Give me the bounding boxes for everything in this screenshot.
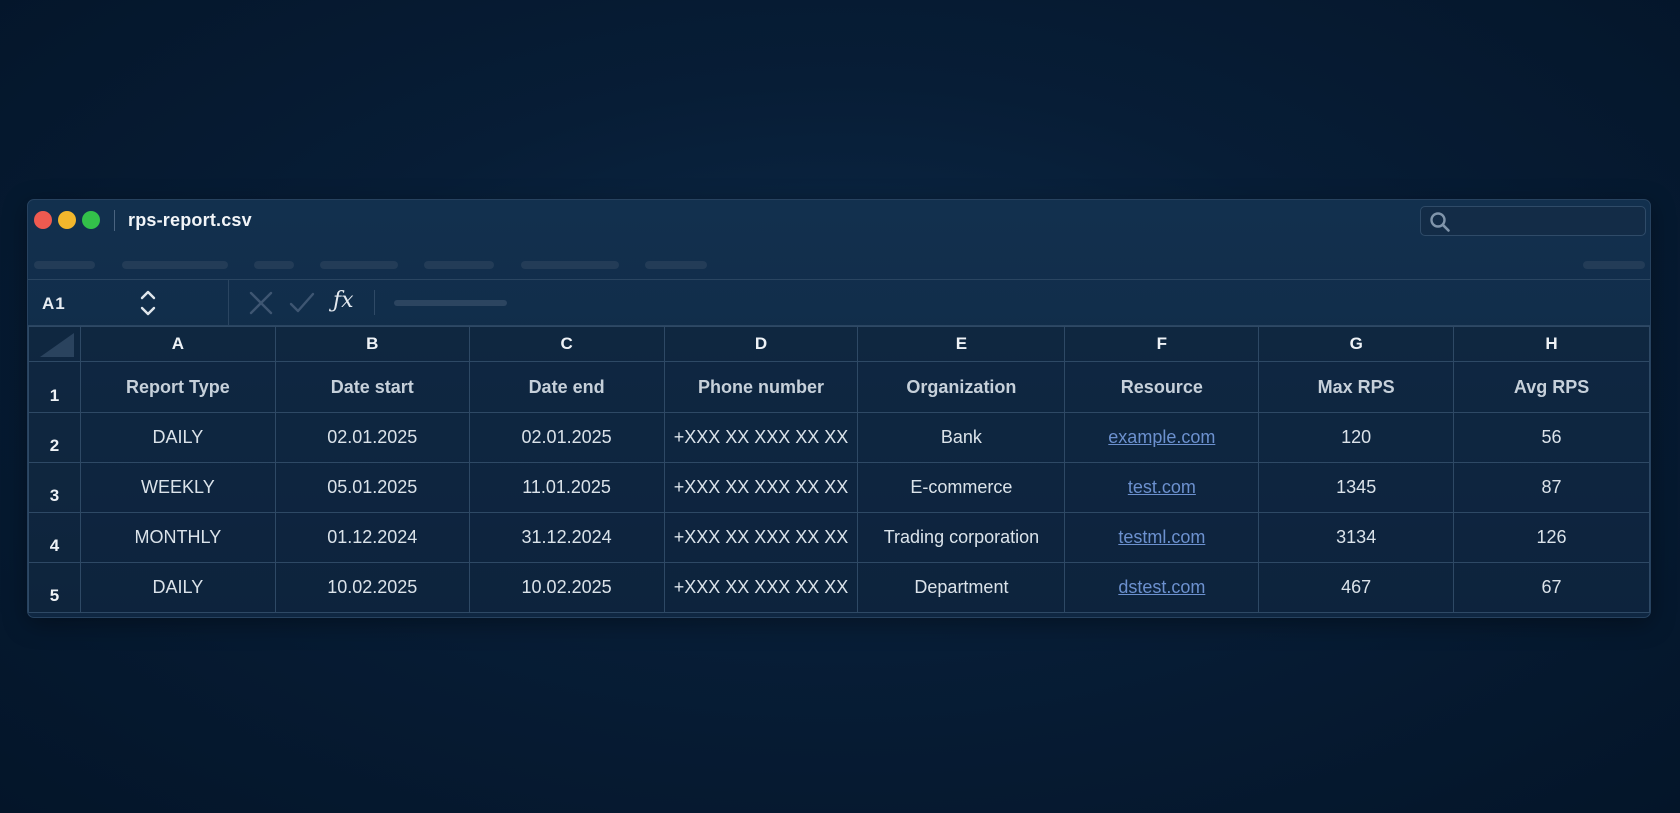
cell[interactable]: 3134 [1258,512,1455,563]
cell[interactable]: Department [857,562,1066,613]
cell[interactable]: E-commerce [857,462,1066,513]
cell[interactable]: +XXX XX XXX XX XX [663,462,859,513]
column-header[interactable]: A [79,326,276,362]
resource-link[interactable]: test.com [1128,477,1196,497]
cell[interactable]: MONTHLY [79,512,276,563]
table-row: 2 DAILY 02.01.2025 02.01.2025 +XXX XX XX… [28,412,1650,463]
cell[interactable]: testml.com [1064,512,1260,563]
cell[interactable]: test.com [1064,462,1260,513]
cell[interactable]: 02.01.2025 [468,412,665,463]
resource-link[interactable]: testml.com [1118,527,1205,547]
menu-item-placeholder[interactable] [521,261,619,269]
cell[interactable]: 67 [1453,562,1650,613]
cell[interactable]: Trading corporation [857,512,1066,563]
cell[interactable]: example.com [1064,412,1260,463]
cell[interactable]: 126 [1453,512,1650,563]
function-icon[interactable]: ƒx [333,288,354,313]
formula-input[interactable] [394,300,507,306]
row-number[interactable]: 5 [28,562,81,613]
menu-item-placeholder[interactable] [122,261,228,269]
cell[interactable]: Report Type [79,361,276,413]
row-number[interactable]: 4 [28,512,81,563]
maximize-window-button[interactable] [82,211,100,229]
cell[interactable]: Avg RPS [1453,361,1650,413]
row-number[interactable]: 2 [28,412,81,463]
title-divider [114,210,115,231]
cell[interactable]: 467 [1258,562,1455,613]
column-header[interactable]: B [274,326,470,362]
cell[interactable]: 120 [1258,412,1455,463]
cell[interactable]: 10.02.2025 [274,562,470,613]
cell[interactable]: dstest.com [1064,562,1260,613]
confirm-edit-icon[interactable] [288,290,316,321]
cell[interactable]: 02.01.2025 [274,412,470,463]
row-number[interactable]: 3 [28,462,81,513]
spreadsheet-window: rps-report.csv A1 ƒx A B C D E F G H 1 R… [27,199,1651,618]
cell[interactable]: +XXX XX XXX XX XX [663,562,859,613]
cell[interactable]: +XXX XX XXX XX XX [663,512,859,563]
cell[interactable]: 05.01.2025 [274,462,470,513]
table-row: 1 Report Type Date start Date end Phone … [28,361,1650,413]
menu-item-placeholder[interactable] [34,261,95,269]
resource-link[interactable]: dstest.com [1118,577,1205,597]
cell[interactable]: +XXX XX XXX XX XX [663,412,859,463]
column-header[interactable]: F [1064,326,1260,362]
cell[interactable]: Bank [857,412,1066,463]
menu-item-placeholder[interactable] [254,261,294,269]
close-window-button[interactable] [34,211,52,229]
menu-bar [28,240,1650,279]
column-header[interactable]: G [1258,326,1455,362]
cell-reference-stepper-icon[interactable] [138,288,158,323]
cell[interactable]: DAILY [79,412,276,463]
column-header[interactable]: H [1453,326,1650,362]
cancel-edit-icon[interactable] [248,290,274,321]
table-row: 4 MONTHLY 01.12.2024 31.12.2024 +XXX XX … [28,512,1650,563]
cell-reference[interactable]: A1 [42,294,66,314]
cell[interactable]: 10.02.2025 [468,562,665,613]
cell[interactable]: 87 [1453,462,1650,513]
formula-bar: A1 ƒx [28,279,1650,326]
minimize-window-button[interactable] [58,211,76,229]
title-bar: rps-report.csv [28,200,1650,240]
table-row: 5 DAILY 10.02.2025 10.02.2025 +XXX XX XX… [28,562,1650,613]
cell[interactable]: DAILY [79,562,276,613]
menu-item-placeholder[interactable] [320,261,398,269]
cell[interactable]: Max RPS [1258,361,1455,413]
formula-bar-divider [228,280,229,326]
cell[interactable]: 1345 [1258,462,1455,513]
select-all-corner[interactable] [28,326,81,362]
menu-item-placeholder[interactable] [645,261,707,269]
cell[interactable]: Organization [857,361,1066,413]
window-title: rps-report.csv [128,210,252,230]
cell[interactable]: 11.01.2025 [468,462,665,513]
cell[interactable]: 56 [1453,412,1650,463]
menu-item-placeholder[interactable] [1583,261,1645,269]
row-number[interactable]: 1 [28,361,81,413]
cell[interactable]: Resource [1064,361,1260,413]
column-header[interactable]: C [468,326,665,362]
search-input[interactable] [1420,206,1646,236]
column-header[interactable]: D [663,326,859,362]
cell[interactable]: 01.12.2024 [274,512,470,563]
cell[interactable]: Phone number [663,361,859,413]
cell[interactable]: WEEKLY [79,462,276,513]
formula-bar-divider [374,290,375,315]
search-icon [1429,211,1451,238]
resource-link[interactable]: example.com [1108,427,1215,447]
cell[interactable]: Date end [468,361,665,413]
cell[interactable]: Date start [274,361,470,413]
spreadsheet-grid: A B C D E F G H 1 Report Type Date start… [28,326,1650,613]
cell[interactable]: 31.12.2024 [468,512,665,563]
menu-item-placeholder[interactable] [424,261,494,269]
column-header[interactable]: E [857,326,1066,362]
table-row: 3 WEEKLY 05.01.2025 11.01.2025 +XXX XX X… [28,462,1650,513]
